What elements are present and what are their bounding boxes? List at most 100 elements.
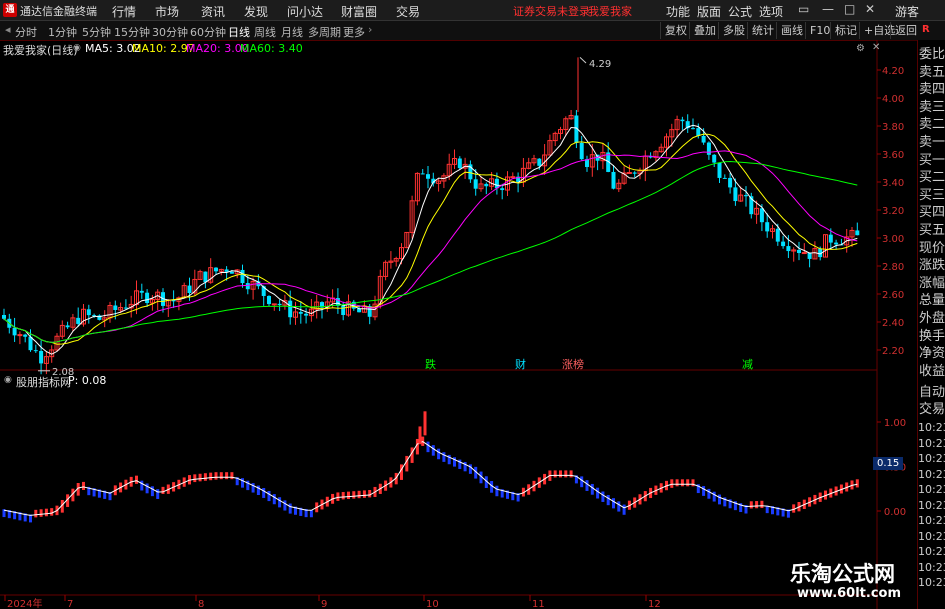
panel-close-icon[interactable]: ✕ [872,42,880,53]
tf-multi[interactable]: 多周期 [308,24,341,40]
user-link[interactable]: 我爱我家 [588,3,632,19]
panel-item[interactable]: 10:23 [918,420,945,436]
price-axis-label: 3.60 [882,150,904,161]
app-logo-icon: 通 [3,3,17,17]
panel-item[interactable]: 委比 [919,46,945,64]
toolbar-left-arrow-icon[interactable]: ◂ [5,23,11,36]
panel-item[interactable]: 卖一 [919,134,945,152]
candle-body [759,208,764,223]
btn-huaxian[interactable]: 画线 [776,22,807,39]
candle-body [632,172,637,174]
menu-caifuquan[interactable]: 财富圈 [341,3,377,20]
panel-item[interactable]: 10:23 [918,544,945,560]
panel-item[interactable]: 涨跌 [919,257,945,275]
tf-1min[interactable]: 1分钟 [48,24,77,40]
more-chevron-icon[interactable]: › [368,23,372,36]
panel-item[interactable]: 10:23 [918,575,945,591]
panel-item[interactable]: 10:23 [918,560,945,576]
menu-gongshi[interactable]: 公式 [728,3,752,20]
panel-item[interactable]: 10:23 [918,451,945,467]
panel-item[interactable]: 买一 [919,152,945,170]
panel-item[interactable]: 买四 [919,204,945,222]
tf-fenshi[interactable]: 分时 [15,24,37,40]
chart-tool-icon[interactable]: ⚙ [856,43,865,54]
btn-fanhui[interactable]: 返回 [890,22,921,39]
panel-item[interactable]: 买三 [919,187,945,205]
menu-zixun[interactable]: 资讯 [201,3,225,20]
price-axis-label: 4.00 [882,94,904,105]
btn-tongji[interactable]: 统计 [747,22,778,39]
indicator-series [2,411,859,523]
btn-biaoji[interactable]: 标记 [830,22,861,39]
trade-login-warning[interactable]: 证券交易未登录 [513,3,590,19]
panel-item[interactable]: 买五 [919,222,945,240]
r-badge-icon[interactable]: R [922,24,930,35]
app-title: 通达信金融终端 [20,5,97,18]
guest-label[interactable]: 游客 [895,3,919,20]
hi-marker-line [579,57,587,64]
menu-gongneng[interactable]: 功能 [666,3,690,20]
panel-item[interactable]: 涨幅 [919,275,945,293]
btn-diejia[interactable]: 叠加 [689,22,720,39]
indicator-settings-icon[interactable]: ◉ [4,375,12,385]
panel-item[interactable]: 10:23 [918,529,945,545]
quote-item-list: 委比 卖五 卖四 卖三 卖二 卖一 买一 买二 买三 买四 买五 现价 涨跌 涨幅 总量 外盘 换手 净资 收益 [919,46,945,380]
tf-60min[interactable]: 60分钟 [190,24,226,40]
tf-monthly[interactable]: 月线 [281,24,303,40]
panel-item[interactable]: 总量 [919,292,945,310]
candle-body [123,307,128,309]
panel-item[interactable]: 卖二 [919,116,945,134]
panel-item[interactable]: 10:23 [918,436,945,452]
menu-jiaoyi[interactable]: 交易 [396,3,420,20]
panel-item[interactable]: 自动 [919,384,945,401]
tf-5min[interactable]: 5分钟 [82,24,111,40]
candle-body [717,162,722,178]
menu-hangqing[interactable]: 行情 [112,3,136,20]
menu-shichang[interactable]: 市场 [155,3,179,20]
panel-item[interactable]: 换手 [919,328,945,346]
menu-banmian[interactable]: 版面 [697,3,721,20]
candle-body [484,183,489,187]
chart-area[interactable]: 4.20 4.00 3.80 3.60 3.40 3.20 3.00 2.80 2.60 2.40… [0,40,917,609]
panel-item[interactable]: 买二 [919,169,945,187]
candle-body [855,230,860,236]
menu-xuanxiang[interactable]: 选项 [759,3,783,20]
tf-more[interactable]: 更多 [343,24,365,40]
price-axis-label: 2.40 [882,318,904,329]
panel-item[interactable]: 外盘 [919,310,945,328]
candle-body [680,119,685,122]
restore-icon[interactable]: ▭ [798,2,809,16]
panel-item[interactable]: 净资 [919,345,945,363]
panel-item[interactable]: 现价 [919,240,945,258]
menu-wenxiaoda[interactable]: 问小达 [287,3,323,20]
ma5-line [3,124,858,355]
panel-item[interactable]: 10:23 [918,467,945,483]
minimize-icon[interactable]: — [822,2,834,16]
panel-item[interactable]: 收益 [919,363,945,381]
candle-body [298,311,303,314]
close-icon[interactable]: ✕ [865,2,875,16]
panel-item[interactable]: 交易 [919,401,945,418]
candle-body [722,177,727,179]
btn-fuquan[interactable]: 复权 [660,22,691,39]
candle-body [65,325,70,328]
menu-faxian[interactable]: 发现 [244,3,268,20]
panel-item[interactable]: 10:23 [918,482,945,498]
panel-item[interactable]: 卖五 [919,64,945,82]
tf-daily[interactable]: 日线 [228,24,250,40]
watermark-url: www.60lt.com [797,586,902,601]
panel-item[interactable]: 卖四 [919,81,945,99]
tf-30min[interactable]: 30分钟 [152,24,188,40]
panel-item[interactable]: 10:23 [918,498,945,514]
candle-body [733,187,738,202]
tf-15min[interactable]: 15分钟 [114,24,150,40]
tf-weekly[interactable]: 周线 [254,24,276,40]
candle-body [744,195,748,197]
btn-duogu[interactable]: 多股 [718,22,749,39]
maximize-icon[interactable]: □ [844,2,855,16]
ma-settings-icon[interactable]: ◉ [73,43,81,53]
candle-body [341,305,346,315]
panel-item[interactable]: 10:23 [918,513,945,529]
panel-item[interactable]: 卖三 [919,99,945,117]
candle-body [457,158,462,169]
